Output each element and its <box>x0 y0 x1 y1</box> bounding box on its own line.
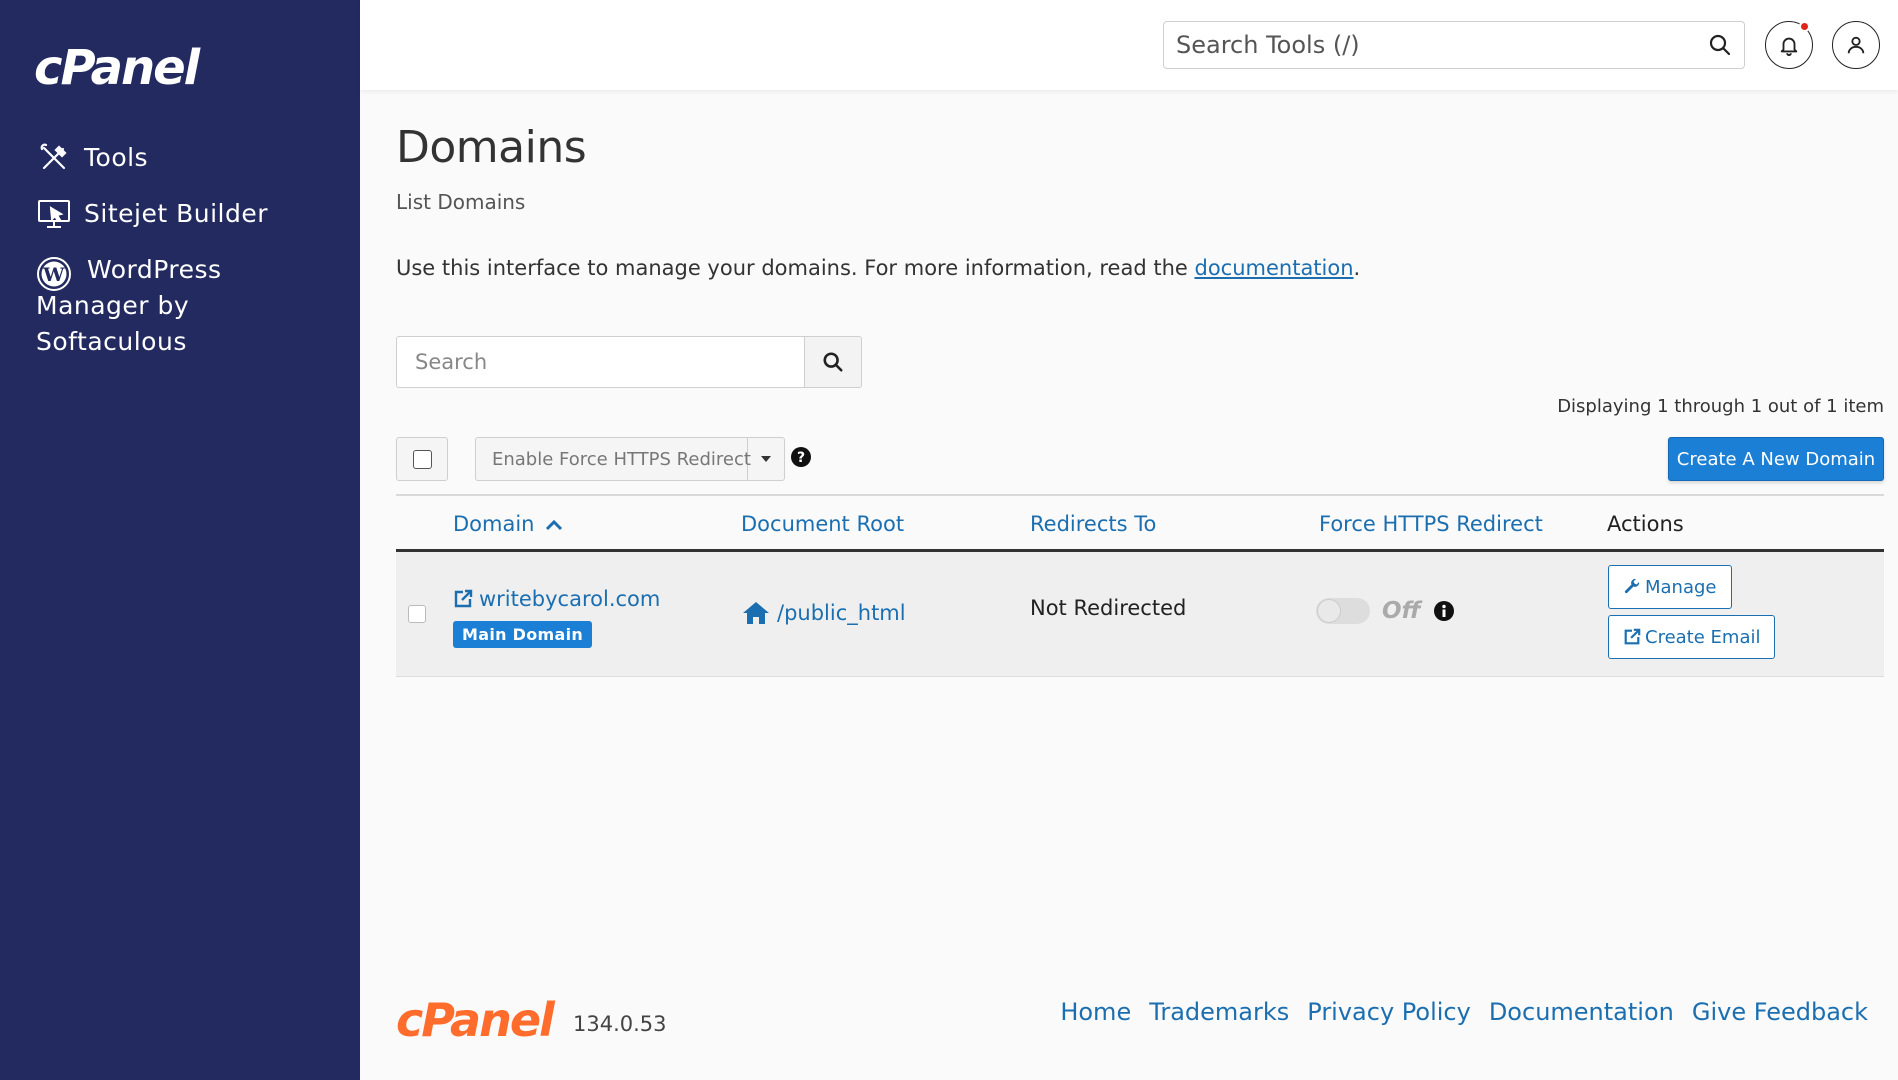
column-header-label: Domain <box>453 512 535 536</box>
footer-links: Home Trademarks Privacy Policy Documenta… <box>1060 998 1868 1026</box>
force-https-toggle[interactable] <box>1316 598 1370 624</box>
force-https-cell: Off <box>1316 598 1455 624</box>
create-email-button-label: Create Email <box>1645 626 1761 648</box>
column-header-document-root[interactable]: Document Root <box>741 512 904 536</box>
footer-link-home[interactable]: Home <box>1060 998 1131 1026</box>
footer-link-documentation[interactable]: Documentation <box>1489 998 1674 1026</box>
manage-button[interactable]: Manage <box>1608 565 1732 609</box>
bell-icon <box>1780 37 1798 56</box>
sidebar: cPanel Tools Sitejet Builder W WordPress… <box>0 0 360 1080</box>
caret-down-icon[interactable] <box>748 438 784 480</box>
table-header: Domain Document Root Redirects To Force … <box>396 494 1884 552</box>
external-link-icon <box>454 589 473 608</box>
column-header-actions: Actions <box>1607 512 1684 536</box>
select-all-checkbox-wrapper[interactable] <box>396 437 448 481</box>
sidebar-item-label: Tools <box>84 143 149 172</box>
tool-search-input[interactable] <box>1164 22 1696 68</box>
intro-text-body: Use this interface to manage your domain… <box>396 256 1195 280</box>
domains-table: Domain Document Root Redirects To Force … <box>396 494 1884 677</box>
user-icon <box>1847 36 1865 54</box>
footer-link-trademarks[interactable]: Trademarks <box>1149 998 1289 1026</box>
documentation-link[interactable]: documentation <box>1194 256 1353 280</box>
column-header-force-https[interactable]: Force HTTPS Redirect <box>1319 512 1543 536</box>
cpanel-logo[interactable]: cPanel <box>34 40 200 96</box>
domain-link[interactable]: writebycarol.com <box>453 587 660 611</box>
intro-text: Use this interface to manage your domain… <box>396 256 1360 280</box>
notifications-button[interactable] <box>1765 21 1813 69</box>
domain-name: writebycarol.com <box>479 587 661 611</box>
bulk-action-dropdown[interactable]: Enable Force HTTPS Redirect <box>475 437 785 481</box>
sort-up-icon <box>546 519 563 531</box>
notification-dot <box>1799 21 1810 32</box>
main-domain-badge: Main Domain <box>453 621 593 648</box>
wrench-icon <box>1624 578 1640 594</box>
sidebar-nav: Tools Sitejet Builder W WordPress Manage… <box>0 140 360 380</box>
domain-search <box>396 336 862 388</box>
sidebar-item-label: Sitejet Builder <box>84 199 268 228</box>
tool-search <box>1163 21 1745 69</box>
footer-link-privacy-policy[interactable]: Privacy Policy <box>1307 998 1471 1026</box>
force-https-status: Off <box>1382 598 1421 624</box>
document-root-cell: /public_html <box>741 600 906 626</box>
page-subtitle: List Domains <box>396 190 526 214</box>
sidebar-item-sitejet[interactable]: Sitejet Builder <box>0 196 360 232</box>
version-number: 134.0.53 <box>573 1012 667 1036</box>
search-icon[interactable] <box>1696 21 1744 69</box>
footer-cpanel-logo[interactable]: cPanel <box>396 993 555 1047</box>
user-menu-button[interactable] <box>1832 21 1880 69</box>
top-header <box>360 0 1898 90</box>
search-icon <box>823 352 843 372</box>
pagination-summary: Displaying 1 through 1 out of 1 item <box>1557 396 1884 417</box>
domain-search-button[interactable] <box>804 336 862 388</box>
sitejet-icon <box>36 196 72 232</box>
help-icon[interactable]: ? <box>789 445 813 469</box>
wordpress-icon: W <box>36 256 72 292</box>
svg-text:?: ? <box>797 450 805 466</box>
sidebar-item-wordpress[interactable]: W WordPress Manager by Softaculous <box>0 252 360 360</box>
select-all-checkbox[interactable] <box>412 449 432 469</box>
domain-search-input[interactable] <box>396 336 804 388</box>
create-domain-button[interactable]: Create A New Domain <box>1668 437 1884 481</box>
row-checkbox[interactable] <box>408 605 426 623</box>
bulk-action-button[interactable]: Enable Force HTTPS Redirect <box>476 438 751 480</box>
domain-cell: writebycarol.com Main Domain <box>453 587 660 648</box>
create-email-button[interactable]: Create Email <box>1608 615 1776 659</box>
sidebar-item-tools[interactable]: Tools <box>0 140 360 176</box>
sidebar-item-label: WordPress Manager by Softaculous <box>36 255 222 356</box>
page-title: Domains <box>396 122 587 173</box>
table-row: writebycarol.com Main Domain /public_htm… <box>396 552 1884 677</box>
manage-button-label: Manage <box>1645 576 1717 598</box>
svg-text:W: W <box>42 264 65 286</box>
intro-text-end: . <box>1353 256 1361 280</box>
column-header-redirects-to[interactable]: Redirects To <box>1030 512 1156 536</box>
footer-link-give-feedback[interactable]: Give Feedback <box>1692 998 1868 1026</box>
info-icon[interactable] <box>1433 600 1455 622</box>
row-checkbox-wrapper[interactable] <box>408 605 426 623</box>
redirects-to-cell: Not Redirected <box>1030 596 1187 620</box>
document-root-link[interactable]: /public_html <box>741 600 906 626</box>
column-header-domain[interactable]: Domain <box>453 512 563 536</box>
external-link-icon <box>1624 628 1641 645</box>
home-icon <box>743 602 769 624</box>
document-root-path: /public_html <box>777 601 906 625</box>
toggle-knob <box>1317 599 1341 623</box>
tools-icon <box>36 140 72 176</box>
